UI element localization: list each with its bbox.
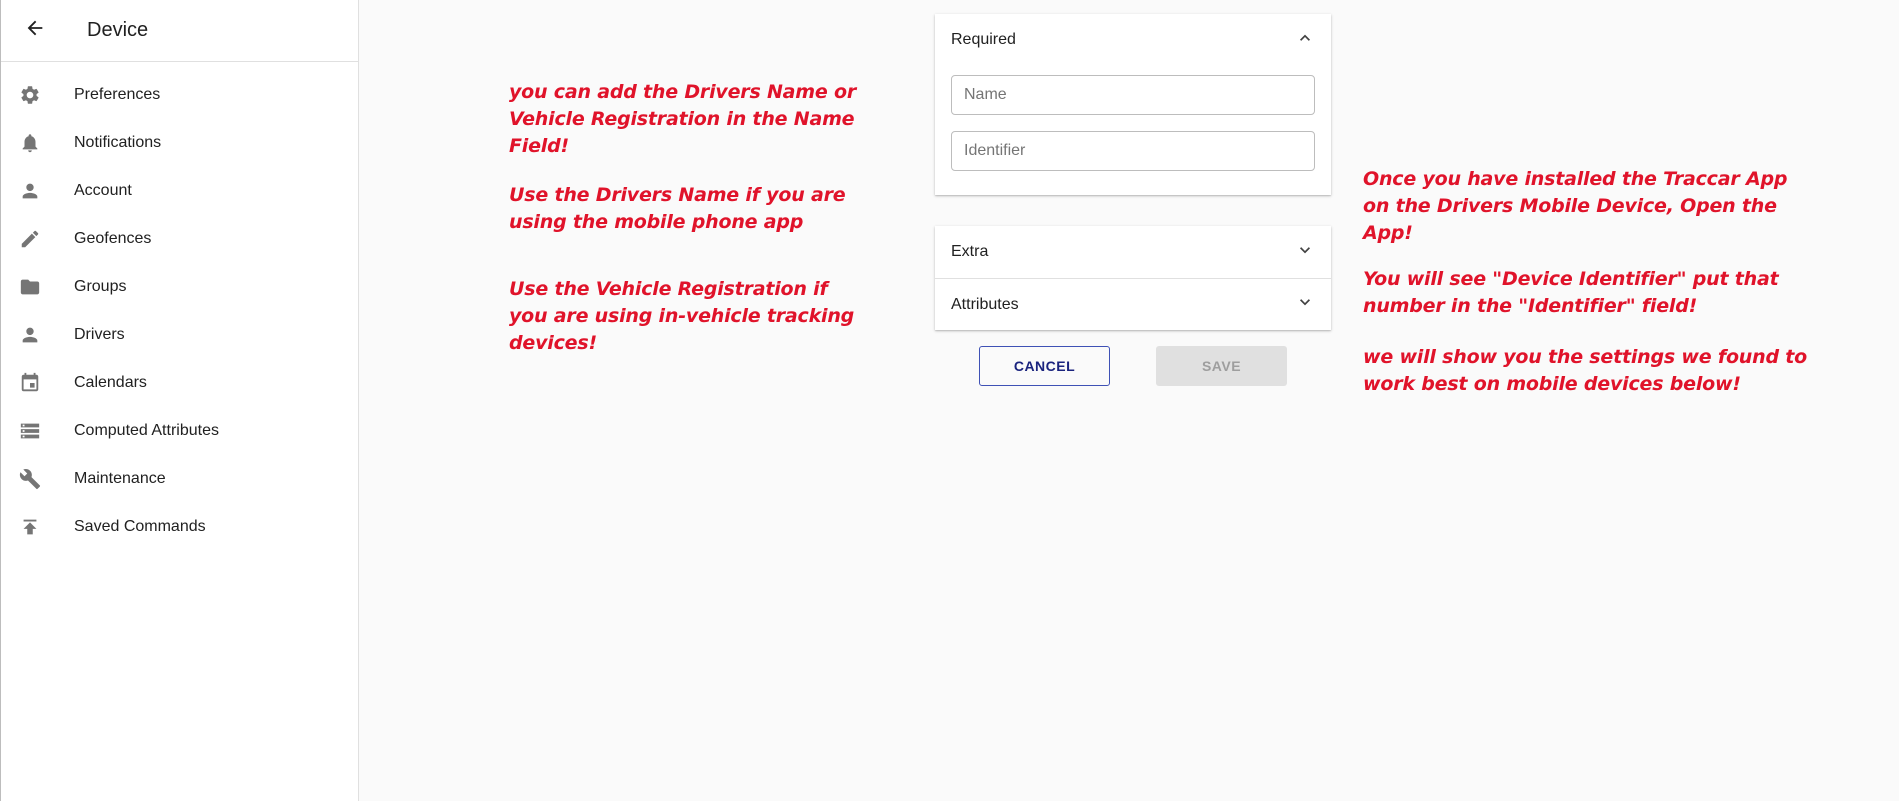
gear-icon — [18, 83, 42, 107]
wrench-icon — [18, 467, 42, 491]
sidebar-item-computed-attributes[interactable]: Computed Attributes — [1, 407, 358, 455]
sidebar-item-drivers[interactable]: Drivers — [1, 311, 358, 359]
attributes-accordion-header[interactable]: Attributes — [935, 278, 1331, 330]
sidebar-item-groups[interactable]: Groups — [1, 263, 358, 311]
calendar-icon — [18, 371, 42, 395]
sidebar-item-label: Account — [74, 182, 132, 199]
annotation-name-field-tip: you can add the Drivers Name or Vehicle … — [509, 81, 857, 157]
name-input[interactable] — [952, 86, 1314, 104]
chevron-down-icon — [1295, 240, 1315, 265]
sidebar-item-account[interactable]: Account — [1, 167, 358, 215]
required-accordion-header[interactable]: Required — [935, 14, 1331, 66]
sidebar-item-label: Drivers — [74, 326, 125, 343]
extra-accordion-header[interactable]: Extra — [935, 226, 1331, 278]
person-icon — [18, 323, 42, 347]
sidebar-item-label: Notifications — [74, 134, 162, 151]
sidebar-item-label: Computed Attributes — [74, 422, 219, 439]
bell-icon — [18, 131, 42, 155]
chevron-down-icon — [1295, 292, 1315, 317]
sidebar-item-label: Preferences — [74, 86, 161, 103]
sidebar-item-maintenance[interactable]: Maintenance — [1, 455, 358, 503]
annotation-settings-below-tip: we will show you the settings we found t… — [1363, 346, 1808, 395]
required-section: Required — [935, 14, 1331, 195]
required-label: Required — [951, 31, 1016, 48]
annotation-device-identifier-tip: You will see "Device Identifier" put tha… — [1363, 268, 1779, 317]
collapsed-sections: Extra Attributes — [935, 226, 1331, 330]
extra-label: Extra — [951, 243, 989, 260]
sidebar-item-label: Geofences — [74, 230, 152, 247]
sidebar-item-calendars[interactable]: Calendars — [1, 359, 358, 407]
cancel-button[interactable]: CANCEL — [979, 346, 1110, 386]
arrow-back-icon — [24, 17, 46, 44]
sidebar-item-label: Saved Commands — [74, 518, 206, 535]
back-button[interactable] — [19, 15, 51, 47]
required-fields — [935, 75, 1331, 195]
sidebar-item-notifications[interactable]: Notifications — [1, 119, 358, 167]
annotation-install-app-tip: Once you have installed the Traccar App … — [1363, 168, 1788, 244]
sidebar-header: Device — [1, 0, 358, 62]
storage-icon — [18, 419, 42, 443]
name-field — [951, 75, 1315, 115]
folder-icon — [18, 275, 42, 299]
attributes-label: Attributes — [951, 295, 1019, 313]
annotation-drivers-name-tip: Use the Drivers Name if you are using th… — [509, 184, 846, 233]
save-button[interactable]: SAVE — [1156, 346, 1287, 386]
annotation-vehicle-registration-tip: Use the Vehicle Registration if you are … — [509, 278, 855, 354]
page-title: Device — [87, 19, 149, 41]
identifier-field — [951, 131, 1315, 171]
sidebar-item-label: Calendars — [74, 374, 147, 391]
sidebar-item-saved-commands[interactable]: Saved Commands — [1, 503, 358, 551]
sidebar-item-label: Maintenance — [74, 470, 166, 487]
sidebar-menu: Preferences Notifications Account Geofen… — [1, 71, 358, 551]
chevron-up-icon — [1295, 28, 1315, 53]
sidebar-item-label: Groups — [74, 278, 127, 295]
sidebar: Device Preferences Notifications Account… — [0, 0, 359, 801]
publish-icon — [18, 515, 42, 539]
person-icon — [18, 179, 42, 203]
sidebar-item-geofences[interactable]: Geofences — [1, 215, 358, 263]
identifier-input[interactable] — [952, 142, 1314, 160]
sidebar-item-preferences[interactable]: Preferences — [1, 71, 358, 119]
pencil-icon — [18, 227, 42, 251]
